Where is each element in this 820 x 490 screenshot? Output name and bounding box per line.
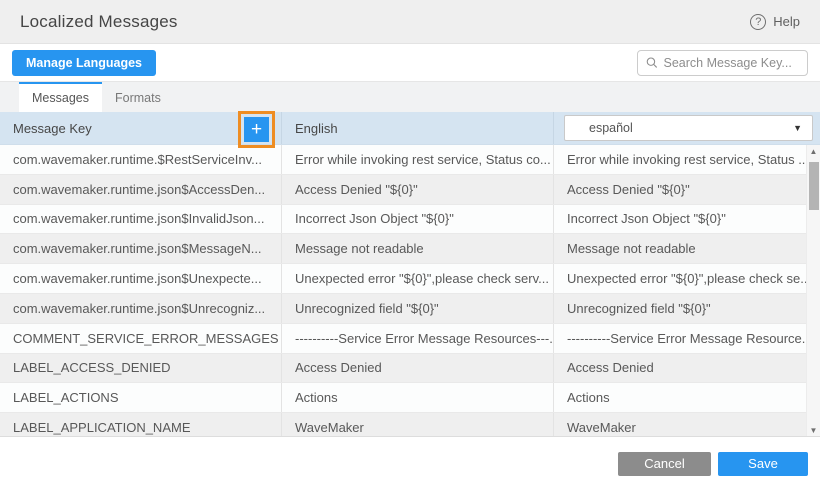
chevron-down-icon: ▼ (793, 123, 802, 133)
cell-message-key[interactable]: LABEL_APPLICATION_NAME (0, 413, 281, 437)
cell-message-key[interactable]: LABEL_ACTIONS (0, 383, 281, 412)
cell-english[interactable]: Error while invoking rest service, Statu… (281, 145, 553, 174)
cell-translation[interactable]: Error while invoking rest service, Statu… (553, 145, 806, 174)
table-row[interactable]: LABEL_ACTIONS Actions Actions (0, 383, 820, 413)
scroll-up-icon[interactable]: ▲ (807, 145, 820, 158)
cell-translation[interactable]: Unexpected error "${0}",please check se.… (553, 264, 806, 293)
cell-message-key[interactable]: COMMENT_SERVICE_ERROR_MESSAGES (0, 324, 281, 353)
scroll-down-icon[interactable]: ▼ (807, 424, 820, 437)
cell-message-key[interactable]: com.wavemaker.runtime.json$AccessDen... (0, 175, 281, 204)
cell-english[interactable]: ----------Service Error Message Resource… (281, 324, 553, 353)
cell-message-key[interactable]: com.wavemaker.runtime.$RestServiceInv... (0, 145, 281, 174)
cell-english[interactable]: Incorrect Json Object "${0}" (281, 205, 553, 234)
cell-translation[interactable]: Access Denied "${0}" (553, 175, 806, 204)
column-header-message-key: Message Key + (0, 112, 281, 144)
cell-translation[interactable]: WaveMaker (553, 413, 806, 437)
cell-translation[interactable]: Access Denied (553, 354, 806, 383)
cell-translation[interactable]: Message not readable (553, 234, 806, 263)
cell-translation[interactable]: Incorrect Json Object "${0}" (553, 205, 806, 234)
table-row[interactable]: LABEL_ACCESS_DENIED Access Denied Access… (0, 354, 820, 384)
save-button[interactable]: Save (718, 452, 808, 476)
cell-english[interactable]: Access Denied (281, 354, 553, 383)
cell-english[interactable]: Access Denied "${0}" (281, 175, 553, 204)
scrollbar-thumb[interactable] (809, 162, 819, 210)
message-key-header-label: Message Key (13, 121, 92, 136)
table-row[interactable]: com.wavemaker.runtime.json$MessageN... M… (0, 234, 820, 264)
table-row[interactable]: LABEL_APPLICATION_NAME WaveMaker WaveMak… (0, 413, 820, 437)
table-row[interactable]: com.wavemaker.runtime.json$InvalidJson..… (0, 205, 820, 235)
table-header: Message Key + English español ▼ (0, 112, 820, 145)
cell-english[interactable]: Unrecognized field "${0}" (281, 294, 553, 323)
tab-strip: Messages Formats (0, 81, 820, 112)
cell-translation[interactable]: Actions (553, 383, 806, 412)
cell-english[interactable]: WaveMaker (281, 413, 553, 437)
column-header-english: English (281, 112, 553, 144)
language-select-value: español (589, 121, 633, 135)
language-select[interactable]: español ▼ (564, 115, 813, 141)
cell-translation[interactable]: ----------Service Error Message Resource… (553, 324, 806, 353)
dialog-footer: Cancel Save (0, 437, 820, 490)
table-body: com.wavemaker.runtime.$RestServiceInv...… (0, 145, 820, 437)
tab-formats[interactable]: Formats (102, 82, 174, 112)
cell-message-key[interactable]: LABEL_ACCESS_DENIED (0, 354, 281, 383)
help-label: Help (773, 14, 800, 29)
vertical-scrollbar[interactable]: ▲ ▼ (806, 145, 820, 437)
cell-english[interactable]: Actions (281, 383, 553, 412)
page-title: Localized Messages (20, 12, 178, 32)
search-box[interactable] (637, 50, 808, 76)
cell-translation[interactable]: Unrecognized field "${0}" (553, 294, 806, 323)
table-row[interactable]: COMMENT_SERVICE_ERROR_MESSAGES ---------… (0, 324, 820, 354)
toolbar: Manage Languages (0, 44, 820, 81)
table-row[interactable]: com.wavemaker.runtime.json$Unrecogniz...… (0, 294, 820, 324)
help-icon: ? (750, 14, 766, 30)
table-row[interactable]: com.wavemaker.runtime.json$AccessDen... … (0, 175, 820, 205)
table-row[interactable]: com.wavemaker.runtime.json$Unexpecte... … (0, 264, 820, 294)
cell-message-key[interactable]: com.wavemaker.runtime.json$MessageN... (0, 234, 281, 263)
cell-english[interactable]: Message not readable (281, 234, 553, 263)
tab-messages[interactable]: Messages (19, 82, 102, 112)
cancel-button[interactable]: Cancel (618, 452, 711, 476)
add-key-highlight-annotation: + (238, 111, 275, 148)
english-header-label: English (295, 121, 338, 136)
dialog-titlebar: Localized Messages ? Help (0, 0, 820, 44)
help-button[interactable]: ? Help (750, 14, 800, 30)
column-header-language: español ▼ (553, 112, 820, 144)
cell-english[interactable]: Unexpected error "${0}",please check ser… (281, 264, 553, 293)
search-input[interactable] (664, 56, 799, 70)
cell-message-key[interactable]: com.wavemaker.runtime.json$Unexpecte... (0, 264, 281, 293)
cell-message-key[interactable]: com.wavemaker.runtime.json$Unrecogniz... (0, 294, 281, 323)
search-icon (646, 56, 658, 69)
manage-languages-button[interactable]: Manage Languages (12, 50, 156, 76)
table-row[interactable]: com.wavemaker.runtime.$RestServiceInv...… (0, 145, 820, 175)
cell-message-key[interactable]: com.wavemaker.runtime.json$InvalidJson..… (0, 205, 281, 234)
add-message-key-button[interactable]: + (244, 117, 269, 142)
